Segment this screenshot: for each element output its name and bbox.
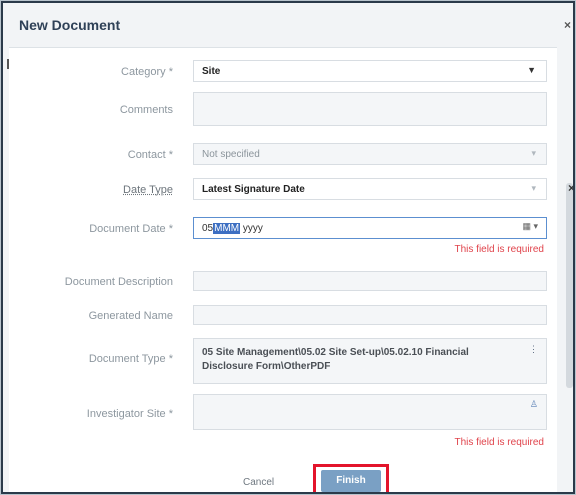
dialog-title: New Document [19,17,121,33]
document-date-error: This field is required [454,244,544,255]
investigator-site-error: This field is required [454,437,544,448]
person-icon[interactable]: ♙ [530,399,538,410]
contact-label: Contact * [127,149,173,161]
finish-button[interactable]: Finish [321,470,381,492]
new-document-dialog: New Document × Category * Site ▼ Comment… [1,1,575,494]
contact-value: Not specified [202,149,260,160]
tree-icon[interactable]: ⋮ [529,344,538,355]
investigator-site-field[interactable]: ♙ [193,394,547,430]
clear-icon[interactable]: × [568,181,573,195]
category-label: Category * [121,66,173,78]
category-value: Site [202,66,221,77]
generated-name-label: Generated Name [88,310,173,322]
document-type-label: Document Type * [88,353,173,365]
contact-select[interactable]: Not specified ▾ [193,143,547,165]
date-day: 05 [202,223,214,234]
document-date-label: Document Date * [89,223,173,235]
caret-down-icon: ▾ [531,148,536,158]
calendar-icon[interactable]: ▦ ▾ [522,221,538,232]
scrollbar-thumb[interactable] [566,183,573,388]
document-description-field[interactable] [193,271,547,291]
date-type-select[interactable]: Latest Signature Date ▾ [193,178,547,200]
document-date-input[interactable]: 05MMM yyyy ▦ ▾ [193,217,547,239]
comments-field[interactable] [193,92,547,126]
close-icon[interactable]: × [564,18,571,32]
dialog-header: New Document × [3,3,573,47]
document-type-line2: Disclosure Form\OtherPDF [202,361,331,372]
panel-edge-marker [7,59,9,69]
date-type-label: Date Type [123,184,173,196]
document-description-label: Document Description [64,276,173,288]
category-select[interactable]: Site ▼ [193,60,547,82]
caret-down-icon: ▾ [531,183,536,193]
comments-label: Comments [119,104,173,116]
document-type-field[interactable]: 05 Site Management\05.02 Site Set-up\05.… [193,338,547,384]
date-month-selected: MMM [213,223,241,234]
document-type-line1: 05 Site Management\05.02 Site Set-up\05.… [202,347,469,358]
investigator-site-label: Investigator Site * [86,408,173,420]
generated-name-field [193,305,547,325]
date-year: yyyy [242,223,263,234]
date-type-value: Latest Signature Date [202,184,305,195]
document-date-value: 05MMM yyyy [202,223,263,234]
caret-down-icon: ▼ [527,65,536,75]
cancel-button[interactable]: Cancel [243,477,274,488]
